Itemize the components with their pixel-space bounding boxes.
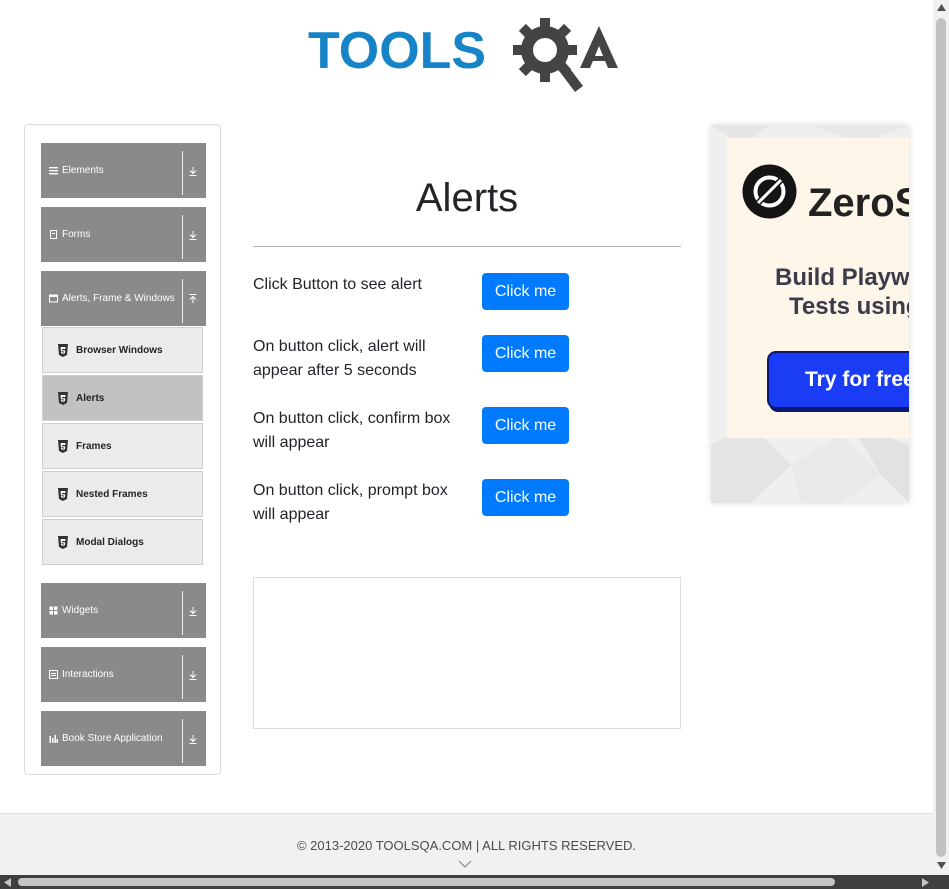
html5-icon <box>58 440 68 453</box>
menu-icon <box>49 167 58 175</box>
grid-icon <box>49 606 58 615</box>
sidebar-item-frames[interactable]: Frames <box>42 423 203 469</box>
expand-down-icon[interactable] <box>187 229 199 241</box>
sidebar-item-browser-windows[interactable]: Browser Windows <box>42 327 203 373</box>
form-icon <box>50 230 57 239</box>
sidebar-group-elements[interactable]: Elements <box>41 143 206 198</box>
divider <box>182 215 183 259</box>
confirm-button[interactable]: Click me <box>482 407 569 444</box>
html5-icon <box>58 488 68 501</box>
sidebar-menu: Elements Forms Alerts, Frame & Windows B… <box>24 124 221 775</box>
scroll-up-arrow-icon[interactable] <box>937 4 946 11</box>
sidebar-group-widgets[interactable]: Widgets <box>41 583 206 638</box>
ad-cta-button[interactable]: Try for free <box>767 351 909 409</box>
sidebar-item-label: Modal Dialogs <box>76 537 144 548</box>
sidebar-group-label: Forms <box>62 229 91 240</box>
copyright-text: © 2013-2020 TOOLSQA.COM | ALL RIGHTS RES… <box>296 838 637 853</box>
advertisement-banner[interactable]: ZeroSt Build Playwri Tests using Try for… <box>711 125 909 503</box>
footer: © 2013-2020 TOOLSQA.COM | ALL RIGHTS RES… <box>0 813 933 875</box>
sidebar-item-modal-dialogs[interactable]: Modal Dialogs <box>42 519 203 565</box>
ad-headline-2: Tests using <box>789 293 909 320</box>
divider <box>182 279 183 323</box>
svg-text:TOOLS: TOOLS <box>308 22 486 80</box>
sidebar-item-nested-frames[interactable]: Nested Frames <box>42 471 203 517</box>
divider <box>182 655 183 699</box>
alert-row-text: Click Button to see alert <box>253 276 422 293</box>
divider <box>182 591 183 635</box>
sidebar-group-label: Interactions <box>62 669 114 680</box>
bar-chart-icon <box>49 735 58 743</box>
timer-alert-button[interactable]: Click me <box>482 335 569 372</box>
sidebar-item-label: Browser Windows <box>76 345 163 356</box>
prompt-button[interactable]: Click me <box>482 479 569 516</box>
title-divider <box>253 246 681 247</box>
horizontal-scrollbar-thumb[interactable] <box>18 878 835 886</box>
expand-down-icon[interactable] <box>187 733 199 745</box>
ad-cta-label: Try for free <box>805 368 909 391</box>
toolsqa-logo[interactable]: TOOLS <box>308 16 633 92</box>
scroll-down-arrow-icon[interactable] <box>937 862 946 869</box>
sidebar-item-label: Alerts <box>76 393 105 404</box>
sidebar-group-forms[interactable]: Forms <box>41 207 206 262</box>
ad-card: ZeroSt Build Playwri Tests using Try for… <box>727 138 909 438</box>
sidebar-group-label: Book Store Application <box>62 733 163 744</box>
sidebar-group-book-store[interactable]: Book Store Application <box>41 711 206 766</box>
vertical-scrollbar-thumb[interactable] <box>936 18 946 857</box>
sidebar-group-label: Widgets <box>62 605 99 616</box>
sidebar-group-label: Alerts, Frame & Windows <box>62 293 175 304</box>
zerostep-logo-icon <box>742 164 797 219</box>
scroll-left-arrow-icon[interactable] <box>4 878 11 887</box>
ad-brand: ZeroSt <box>808 181 909 225</box>
html5-icon <box>58 536 68 549</box>
window-icon <box>49 294 58 303</box>
alert-button[interactable]: Click me <box>482 273 569 310</box>
sidebar-group-label: Elements <box>62 165 104 176</box>
expand-down-icon[interactable] <box>187 165 199 177</box>
confirm-row-text: On button click, confirm box will appear <box>253 410 451 451</box>
page-title: Alerts <box>415 176 519 220</box>
page-viewport: TOOLS Elements Forms Alerts, Frame & Win… <box>0 0 933 875</box>
sidebar-item-label: Frames <box>76 441 112 452</box>
html5-icon <box>58 344 68 357</box>
prompt-row-text: On button click, prompt box will appear <box>253 482 448 523</box>
html5-icon <box>58 392 68 405</box>
sidebar-item-alerts[interactable]: Alerts <box>42 375 203 421</box>
expand-down-icon[interactable] <box>187 605 199 617</box>
divider <box>182 719 183 763</box>
sidebar-item-label: Nested Frames <box>76 489 148 500</box>
expand-down-icon[interactable] <box>187 669 199 681</box>
sidebar-group-interactions[interactable]: Interactions <box>41 647 206 702</box>
sidebar-group-alerts-frame-windows[interactable]: Alerts, Frame & Windows <box>41 271 206 326</box>
timer-alert-row-text: On button click, alert will appear after… <box>253 338 426 379</box>
box-icon <box>49 670 58 679</box>
ad-headline-1: Build Playwri <box>775 264 909 291</box>
collapse-up-icon[interactable] <box>187 293 199 305</box>
ad-placeholder-box <box>253 577 681 729</box>
chevron-down-icon[interactable] <box>458 860 472 868</box>
scroll-right-arrow-icon[interactable] <box>922 878 929 887</box>
divider <box>182 151 183 195</box>
